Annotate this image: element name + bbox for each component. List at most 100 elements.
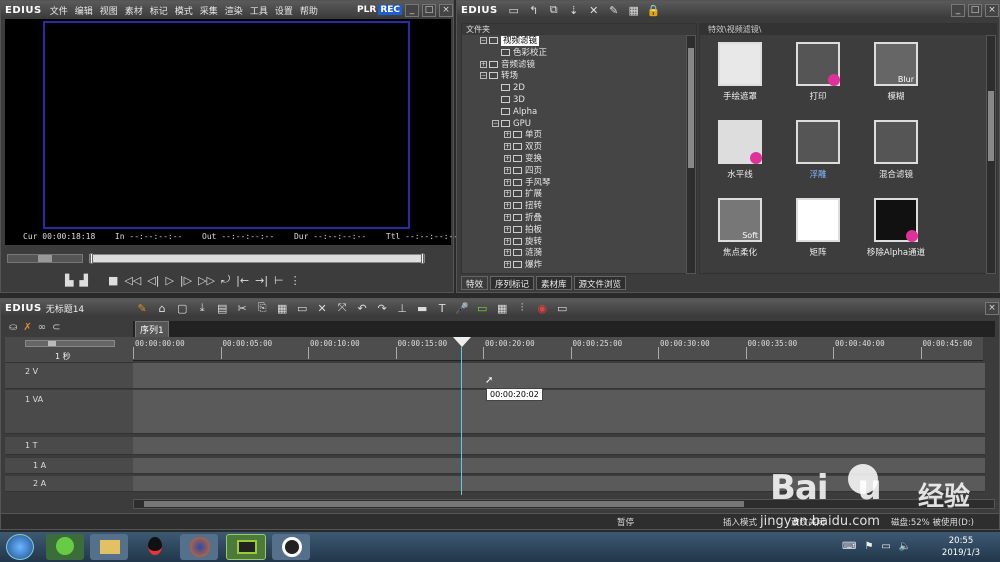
effect-item[interactable]: 移除Alpha通道 — [866, 198, 926, 258]
tree-item[interactable]: + 扭转 — [480, 201, 696, 213]
cut-icon[interactable]: ✂ — [234, 301, 250, 315]
taskbar-explorer[interactable] — [90, 534, 128, 560]
track-header-2v[interactable]: 2 V — [5, 363, 133, 389]
track-1va[interactable] — [133, 390, 985, 434]
effect-item[interactable]: 手绘遮罩 — [710, 42, 770, 102]
up-folder-icon[interactable]: ↰ — [526, 3, 542, 17]
effect-item[interactable]: 矩阵 — [788, 198, 848, 258]
delete-icon[interactable]: ✕ — [586, 3, 602, 17]
timeline-close-button[interactable]: × — [985, 301, 999, 315]
rec-toggle[interactable]: REC — [378, 5, 402, 15]
expand-icon[interactable]: − — [492, 119, 499, 127]
title-icon[interactable]: T — [434, 301, 450, 315]
layout-icon[interactable]: ▭ — [554, 301, 570, 315]
add-cut-icon[interactable]: ⊥ — [394, 301, 410, 315]
menu-item-6[interactable]: 采集 — [200, 7, 218, 17]
ripple-delete-icon[interactable]: ⤧ — [334, 301, 350, 315]
expand-icon[interactable]: + — [504, 213, 511, 221]
maximize-button[interactable]: □ — [422, 3, 436, 17]
tree-item[interactable]: +3D — [480, 95, 696, 107]
move-icon[interactable]: ⇣ — [566, 3, 582, 17]
menu-item-3[interactable]: 素材 — [125, 7, 143, 17]
sync-icon[interactable]: ⛀ — [9, 322, 17, 333]
overwrite-icon[interactable]: →| — [255, 274, 268, 287]
timeline-hscroll-thumb[interactable] — [144, 501, 744, 507]
view-icon[interactable]: ▦ — [626, 3, 642, 17]
voiceover-icon[interactable]: 🎤 — [454, 301, 470, 315]
fast-forward-icon[interactable]: ▷▷ — [198, 274, 215, 287]
effect-item[interactable]: 打印 — [788, 42, 848, 102]
volume-icon[interactable]: 🔈 — [899, 541, 911, 552]
track-header-1t[interactable]: 1 T — [5, 437, 133, 455]
tree-item[interactable]: +2D — [480, 83, 696, 95]
menu-item-1[interactable]: 编辑 — [75, 7, 93, 17]
grid-icon[interactable]: ▦ — [494, 301, 510, 315]
track-header-1va[interactable]: 1 VA — [5, 390, 133, 434]
expand-icon[interactable]: + — [480, 60, 487, 68]
effect-item[interactable]: Soft 焦点柔化 — [710, 198, 770, 258]
expand-icon[interactable]: + — [504, 237, 511, 245]
track-2v[interactable] — [133, 363, 985, 389]
playhead-marker[interactable] — [453, 337, 471, 347]
more-icon[interactable]: ⋮ — [290, 274, 301, 287]
undo-icon[interactable]: ↶ — [354, 301, 370, 315]
tree-item[interactable]: + 音频滤镜 — [480, 60, 696, 72]
menu-item-9[interactable]: 设置 — [275, 7, 293, 17]
mode-icon[interactable]: ✎ — [134, 301, 150, 315]
effects-tab[interactable]: 序列标记 — [490, 276, 535, 290]
set-in-icon[interactable]: ▙ — [65, 274, 73, 287]
close-button[interactable]: × — [439, 3, 453, 17]
expand-icon[interactable]: + — [504, 178, 511, 186]
effects-tab[interactable]: 源文件浏览 — [573, 276, 627, 290]
tree-item[interactable]: − 视频滤镜 — [480, 36, 696, 48]
expand-icon[interactable]: − — [480, 72, 487, 80]
loop-icon[interactable]: ⤾ — [221, 273, 230, 287]
tree-item[interactable]: − GPU — [480, 119, 696, 131]
expand-icon[interactable]: + — [504, 154, 511, 162]
sequence-tab[interactable]: 序列1 — [135, 321, 169, 338]
track-1t[interactable] — [133, 437, 985, 455]
expand-icon[interactable]: − — [480, 37, 487, 44]
menu-item-7[interactable]: 渲染 — [225, 7, 243, 17]
zoom-slider[interactable] — [25, 340, 115, 347]
start-button[interactable] — [6, 534, 34, 560]
ripple-icon[interactable]: ✗ — [23, 322, 31, 333]
expand-icon[interactable]: + — [504, 131, 511, 139]
taskbar-recorder[interactable] — [272, 534, 310, 560]
tree-item[interactable]: + 扩展 — [480, 189, 696, 201]
set-out-icon[interactable]: ▟ — [79, 274, 87, 287]
color-icon[interactable]: ◉ — [534, 301, 550, 315]
new-project-icon[interactable]: ⌂ — [154, 301, 170, 315]
play-icon[interactable]: ▷ — [165, 274, 173, 287]
menu-item-2[interactable]: 视图 — [100, 7, 118, 17]
copy-icon[interactable]: ⎘ — [254, 301, 270, 315]
snap-icon[interactable]: ⊂ — [52, 322, 60, 333]
taskbar-firefox[interactable] — [180, 534, 218, 560]
expand-icon[interactable]: + — [504, 190, 511, 198]
tree-item[interactable]: + 变换 — [480, 154, 696, 166]
effects-tab[interactable]: 素材库 — [536, 276, 572, 290]
shuttle-handle[interactable] — [38, 255, 52, 262]
redo-icon[interactable]: ↷ — [374, 301, 390, 315]
clock[interactable]: 20:55 2019/1/3 — [936, 535, 986, 559]
taskbar-edius[interactable] — [226, 534, 266, 560]
flag-icon[interactable]: ⚑ — [864, 541, 873, 552]
menu-item-5[interactable]: 模式 — [175, 7, 193, 17]
out-marker[interactable] — [421, 253, 424, 264]
tree-item[interactable]: + 涟漪 — [480, 248, 696, 260]
expand-icon[interactable]: + — [504, 143, 511, 151]
tree-item[interactable]: + 双页 — [480, 142, 696, 154]
save-as-icon[interactable]: ▤ — [214, 301, 230, 315]
tree-item[interactable]: + 手风琴 — [480, 178, 696, 190]
effects-close-button[interactable]: × — [985, 3, 999, 17]
effects-maximize-button[interactable]: □ — [968, 3, 982, 17]
position-bar[interactable] — [89, 253, 425, 264]
zoom-slider-handle[interactable] — [48, 341, 56, 346]
effects-minimize-button[interactable]: _ — [951, 3, 965, 17]
stop-icon[interactable]: ■ — [108, 274, 118, 287]
step-back-icon[interactable]: ◁| — [147, 274, 159, 287]
tree-item[interactable]: + 拍板 — [480, 225, 696, 237]
open-project-icon[interactable]: ▢ — [174, 301, 190, 315]
tree-item[interactable]: + 折叠 — [480, 213, 696, 225]
menu-item-4[interactable]: 标记 — [150, 7, 168, 17]
